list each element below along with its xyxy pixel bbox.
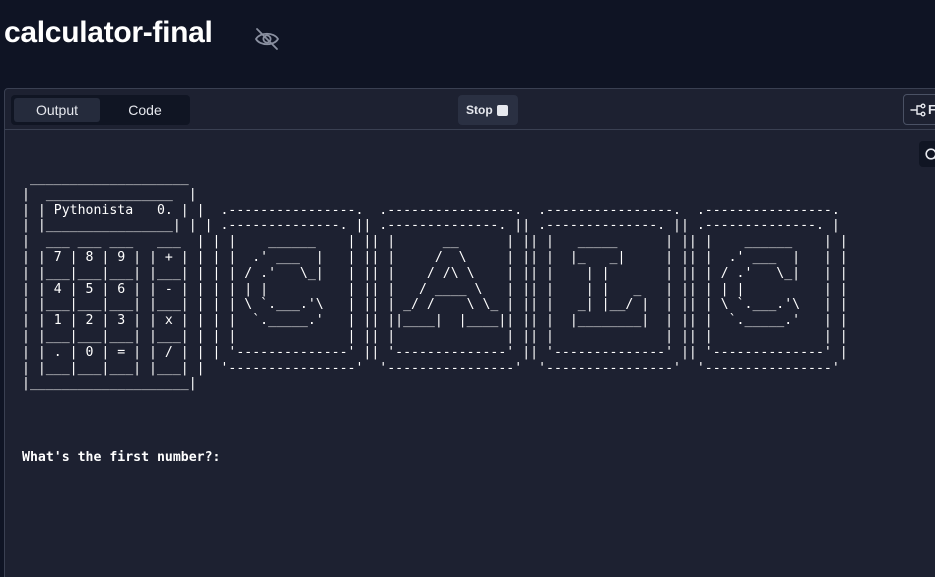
console-prompt: What's the first number?: (22, 450, 221, 465)
stop-icon (497, 105, 508, 116)
search-button[interactable] (919, 141, 935, 167)
eye-off-icon[interactable] (253, 25, 281, 53)
search-icon (925, 148, 935, 160)
header: calculator-final (0, 0, 935, 88)
tab-output[interactable]: Output (14, 98, 100, 122)
share-button-label: F (928, 102, 935, 117)
tab-code[interactable]: Code (102, 98, 188, 122)
panel-toolbar: Output Code Stop F (5, 89, 935, 130)
output-panel: Output Code Stop F ____________________ … (4, 88, 935, 577)
stop-button-label: Stop (466, 103, 493, 117)
branch-icon (910, 103, 926, 117)
view-tabs: Output Code (11, 95, 190, 125)
share-button[interactable]: F (903, 94, 935, 125)
console-ascii-art: ____________________ | ________________ … (22, 171, 848, 392)
stop-button[interactable]: Stop (458, 95, 518, 125)
page-title: calculator-final (4, 16, 213, 49)
